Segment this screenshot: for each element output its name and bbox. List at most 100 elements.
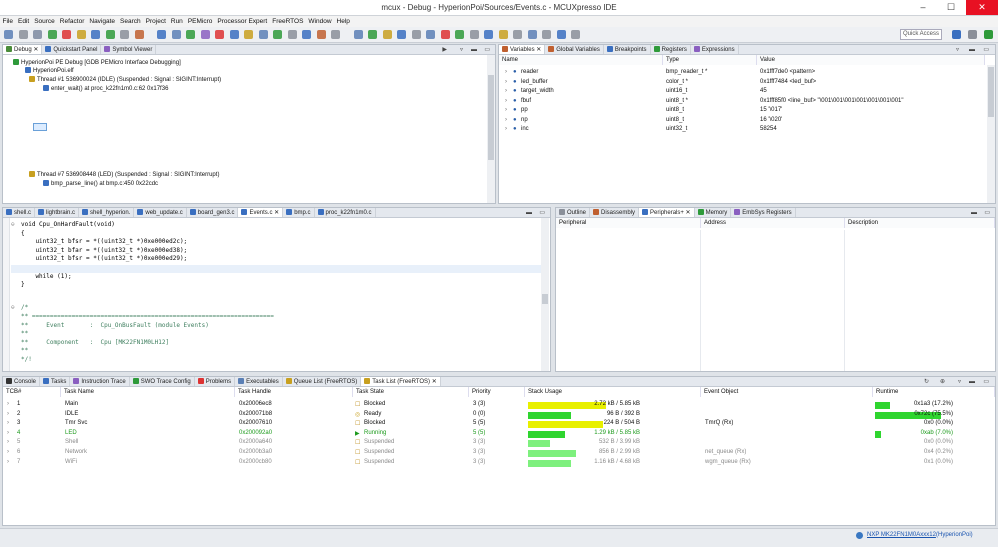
menu-edit[interactable]: Edit — [15, 16, 31, 27]
tree-node[interactable]: Thread #1 536900024 (IDLE) (Suspended : … — [29, 76, 221, 83]
expand-icon[interactable]: › — [7, 459, 9, 465]
tab-proc-k22fn1m0-c[interactable]: proc_k22fn1m0.c — [315, 208, 376, 217]
toolbar-icon[interactable] — [368, 30, 377, 39]
toolbar-icon[interactable] — [353, 30, 363, 39]
view-menu-icon[interactable]: ▿ — [956, 46, 959, 54]
maximize-button[interactable]: ☐ — [938, 0, 964, 15]
toolbar-icon[interactable] — [244, 30, 253, 39]
tab-global-variables[interactable]: Global Variables — [545, 45, 604, 54]
view-menu-icon[interactable]: ▿ — [958, 378, 961, 386]
menu-project[interactable]: Project — [143, 16, 168, 27]
debug-perspective-icon[interactable] — [952, 30, 961, 39]
toolbar-icon[interactable] — [397, 30, 406, 39]
close-window-button[interactable]: ✕ — [966, 0, 998, 15]
expand-icon[interactable]: › — [7, 401, 9, 407]
expand-icon[interactable]: › — [7, 411, 9, 417]
tab-swo-trace-config[interactable]: SWO Trace Config — [130, 377, 195, 386]
minimize-view-icon[interactable]: ▬ — [971, 209, 977, 217]
toolbar-icon[interactable] — [215, 30, 224, 39]
toolbar-icon[interactable] — [513, 30, 522, 39]
project-link[interactable]: (HyperionPoi) — [936, 532, 973, 538]
tab-queue-list-freertos-[interactable]: Queue List (FreeRTOS) — [283, 377, 362, 386]
toolbar-icon[interactable] — [229, 30, 239, 39]
expand-icon[interactable]: › — [7, 420, 9, 426]
toolbar-icon[interactable] — [440, 30, 450, 39]
maximize-view-icon[interactable]: ▭ — [983, 46, 989, 54]
table-row[interactable] — [3, 411, 993, 420]
toolbar-icon[interactable] — [498, 30, 508, 39]
table-row[interactable] — [3, 439, 993, 448]
variable-value[interactable]: 15 '\017' — [760, 107, 782, 113]
column-header-stack-usage[interactable]: Stack Usage — [525, 387, 701, 397]
expand-icon[interactable]: › — [505, 79, 507, 85]
tab-shell-c[interactable]: shell.c — [3, 208, 36, 217]
toolbar-icon[interactable] — [105, 30, 115, 39]
maximize-view-icon[interactable]: ▭ — [984, 209, 990, 217]
toolbar-icon[interactable] — [91, 30, 100, 39]
toolbar-icon[interactable] — [120, 30, 129, 39]
expand-icon[interactable]: › — [7, 430, 9, 436]
tab-quickstart-panel[interactable]: Quickstart Panel — [42, 45, 102, 54]
pin-icon[interactable]: ⊕ — [940, 378, 945, 386]
column-header-runtime[interactable]: Runtime — [873, 387, 995, 397]
variable-value[interactable]: 0x1fff7de0 <pattern> — [760, 69, 815, 75]
resume-icon[interactable]: ▶ — [442, 46, 447, 54]
toolbar-icon[interactable] — [287, 30, 297, 39]
minimize-view-icon[interactable]: ▬ — [969, 46, 975, 54]
toolbar-icon[interactable] — [411, 30, 421, 39]
toolbar-icon[interactable] — [62, 30, 71, 39]
expand-icon[interactable]: › — [505, 117, 507, 123]
menu-processor-expert[interactable]: Processor Expert — [215, 16, 270, 27]
menu-refactor[interactable]: Refactor — [57, 16, 87, 27]
tree-node[interactable]: Thread #7 536908448 (LED) (Suspended : S… — [29, 171, 219, 178]
tab-symbol-viewer[interactable]: Symbol Viewer — [101, 45, 157, 54]
minimize-view-icon[interactable]: ▬ — [471, 46, 477, 54]
toolbar-icon[interactable] — [331, 30, 340, 39]
column-header-priority[interactable]: Priority — [469, 387, 525, 397]
tab-bmp-c[interactable]: bmp.c — [283, 208, 315, 217]
close-tab-icon[interactable]: ✕ — [32, 47, 38, 53]
menu-window[interactable]: Window — [306, 16, 334, 27]
tab-tasks[interactable]: Tasks — [40, 377, 71, 386]
minimize-view-icon[interactable]: ▬ — [969, 378, 975, 386]
tab-board-gen3-c[interactable]: board_gen3.c — [187, 208, 239, 217]
menu-file[interactable]: File — [0, 16, 15, 27]
toolbar-icon[interactable] — [455, 30, 464, 39]
close-tab-icon[interactable]: ✕ — [535, 47, 541, 53]
expand-icon[interactable]: › — [505, 69, 507, 75]
toolbar-icon[interactable] — [571, 30, 580, 39]
column-header-value[interactable]: Value — [757, 55, 985, 65]
maximize-view-icon[interactable]: ▭ — [983, 378, 989, 386]
tab-variables[interactable]: Variables ✕ — [499, 45, 546, 54]
table-row[interactable] — [3, 420, 993, 429]
menu-source[interactable]: Source — [32, 16, 58, 27]
tab-peripherals-[interactable]: Peripherals+ ✕ — [639, 208, 695, 217]
toolbar-icon[interactable] — [186, 30, 195, 39]
expand-icon[interactable]: › — [505, 126, 507, 132]
toolbar-icon[interactable] — [200, 30, 210, 39]
expand-icon[interactable]: › — [505, 98, 507, 104]
minimize-view-icon[interactable]: ▬ — [526, 209, 532, 217]
close-tab-icon[interactable]: ✕ — [272, 210, 279, 216]
toolbar-icon[interactable] — [4, 30, 13, 39]
tree-node[interactable]: HyperionPoi.elf — [25, 67, 74, 74]
toolbar-icon[interactable] — [542, 30, 551, 39]
tab-breakpoints[interactable]: Breakpoints — [604, 45, 651, 54]
tab-task-list-freertos-[interactable]: Task List (FreeRTOS) ✕ — [361, 377, 441, 386]
column-header-type[interactable]: Type — [663, 55, 757, 65]
table-row[interactable] — [3, 459, 993, 468]
close-tab-icon[interactable]: ✕ — [430, 379, 437, 385]
perspective-icon[interactable] — [984, 30, 993, 39]
variables-scrollbar[interactable] — [987, 65, 995, 203]
expand-icon[interactable]: › — [505, 107, 507, 113]
quick-access-input[interactable]: Quick Access — [900, 29, 942, 40]
tab-instruction-trace[interactable]: Instruction Trace — [70, 377, 130, 386]
toolbar-icon[interactable] — [76, 30, 86, 39]
expand-icon[interactable]: › — [7, 449, 9, 455]
minimize-button[interactable]: – — [910, 0, 936, 15]
editor-scrollbar[interactable] — [541, 218, 549, 371]
column-header-name[interactable]: Name — [499, 55, 663, 65]
toolbar-icon[interactable] — [484, 30, 493, 39]
toolbar-icon[interactable] — [33, 30, 42, 39]
toolbar-icon[interactable] — [556, 30, 566, 39]
